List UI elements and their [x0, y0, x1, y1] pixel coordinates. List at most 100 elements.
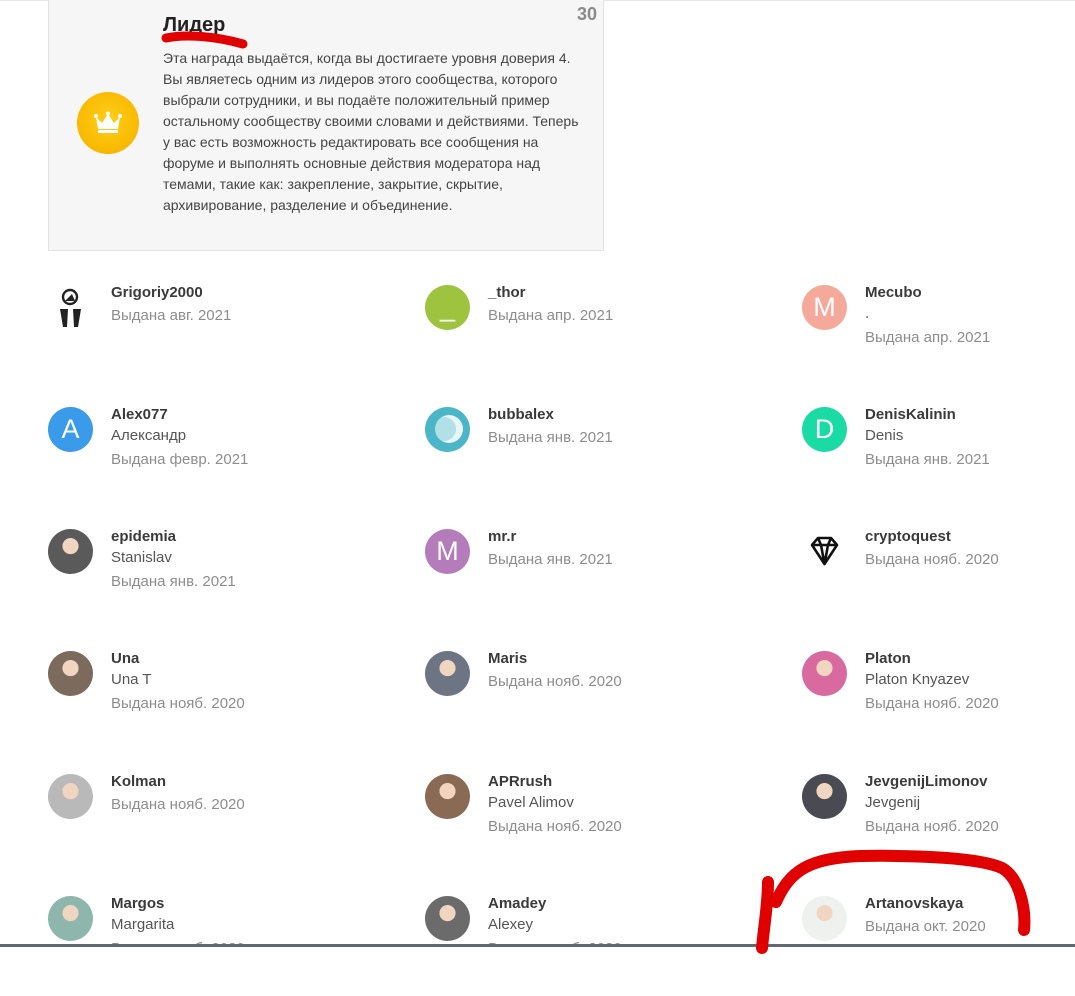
username-link[interactable]: bubbalex — [488, 407, 765, 423]
user-full-name: Alexey — [488, 916, 534, 933]
grantee-info: Maris Выдана нояб. 2020 — [488, 651, 765, 690]
grant-date: Выдана нояб. 2020 — [865, 551, 999, 568]
username-link[interactable]: Grigoriy2000 — [111, 285, 388, 301]
avatar[interactable]: D — [802, 407, 847, 452]
avatar[interactable] — [48, 529, 93, 574]
username-link[interactable]: Platon — [865, 651, 1075, 667]
avatar[interactable] — [802, 651, 847, 696]
grantee-item[interactable]: Mmr.r Выдана янв. 2021 — [425, 529, 765, 629]
username-link[interactable]: Artanovskaya — [865, 896, 1075, 912]
username-link[interactable]: Alex077 — [111, 407, 388, 423]
username-link[interactable]: Una — [111, 651, 388, 667]
username-link[interactable]: _thor — [488, 285, 765, 301]
user-full-name: . — [865, 305, 870, 322]
grant-date: Выдана февр. 2021 — [111, 451, 249, 468]
grantee-info: APRrush Pavel Alimov Выдана нояб. 2020 — [488, 774, 765, 835]
avatar[interactable] — [48, 285, 93, 330]
grantee-item[interactable]: bubbalex Выдана янв. 2021 — [425, 407, 765, 507]
grant-date: Выдана янв. 2021 — [111, 573, 236, 590]
grantee-info: Una Una T Выдана нояб. 2020 — [111, 651, 388, 712]
avatar[interactable] — [802, 896, 847, 941]
avatar[interactable]: M — [425, 529, 470, 574]
grantee-info: Platon Platon Knyazev Выдана нояб. 2020 — [865, 651, 1075, 712]
badge-title: Лидер — [163, 14, 226, 36]
grantee-info: _thor Выдана апр. 2021 — [488, 285, 765, 324]
avatar[interactable]: M — [802, 285, 847, 330]
avatar[interactable]: A — [48, 407, 93, 452]
username-link[interactable]: DenisKalinin — [865, 407, 1075, 423]
grantee-info: Kolman Выдана нояб. 2020 — [111, 774, 388, 813]
avatar[interactable] — [802, 529, 847, 574]
user-full-name: Platon Knyazev — [865, 671, 970, 688]
username-link[interactable]: Amadey — [488, 896, 765, 912]
user-full-name: Una T — [111, 671, 152, 688]
grantee-item[interactable]: Grigoriy2000 Выдана авг. 2021 — [48, 285, 388, 385]
grant-date: Выдана янв. 2021 — [488, 429, 613, 446]
grant-date: Выдана янв. 2021 — [488, 551, 613, 568]
grantee-item[interactable]: M Mecubo. Выдана апр. 2021 — [802, 285, 1075, 385]
grant-date: Выдана нояб. 2020 — [865, 695, 999, 712]
avatar[interactable]: _ — [425, 285, 470, 330]
avatar[interactable] — [802, 774, 847, 819]
grantee-info: Grigoriy2000 Выдана авг. 2021 — [111, 285, 388, 324]
avatar[interactable] — [48, 651, 93, 696]
grantee-item[interactable]: D DenisKalinin Denis Выдана янв. 2021 — [802, 407, 1075, 507]
badge-grant-count: 30 — [576, 4, 597, 24]
avatar[interactable] — [48, 774, 93, 819]
grant-date: Выдана нояб. 2020 — [865, 818, 999, 835]
avatar-letter: _ — [439, 292, 456, 322]
badge-card: Лидер 30 Эта награда выдаётся, когда вы … — [48, 0, 604, 251]
grantee-item[interactable]: epidemia Stanislav Выдана янв. 2021 — [48, 529, 388, 629]
grantee-item[interactable]: Platon Platon Knyazev Выдана нояб. 2020 — [802, 651, 1075, 751]
username-link[interactable]: APRrush — [488, 774, 765, 790]
avatar-letter: M — [813, 292, 836, 322]
grant-date: Выдана окт. 2020 — [865, 918, 986, 935]
grantee-info: epidemia Stanislav Выдана янв. 2021 — [111, 529, 388, 590]
username-link[interactable]: Maris — [488, 651, 765, 667]
username-link[interactable]: Kolman — [111, 774, 388, 790]
avatar[interactable] — [48, 896, 93, 941]
username-link[interactable]: Margos — [111, 896, 388, 912]
user-full-name: Margarita — [111, 916, 175, 933]
diamond-icon — [810, 536, 839, 566]
avatar[interactable] — [425, 774, 470, 819]
bottom-padding — [0, 947, 1075, 959]
grant-date: Выдана авг. 2021 — [111, 307, 232, 324]
grant-date: Выдана янв. 2021 — [865, 451, 990, 468]
grant-date: Выдана нояб. 2020 — [488, 818, 622, 835]
bubble-icon — [432, 415, 463, 443]
avatar[interactable] — [425, 896, 470, 941]
user-full-name: Denis — [865, 427, 904, 444]
grantee-item[interactable]: Maris Выдана нояб. 2020 — [425, 651, 765, 751]
username-link[interactable]: Mecubo — [865, 285, 1075, 301]
grantee-item[interactable]: cryptoquest Выдана нояб. 2020 — [802, 529, 1075, 629]
grantee-list: Grigoriy2000 Выдана авг. 2021 _ _thor Выдана… — [48, 285, 1075, 985]
username-link[interactable]: cryptoquest — [865, 529, 1075, 545]
badge-description: Эта награда выдаётся, когда вы достигает… — [163, 50, 579, 213]
grantee-item[interactable]: A Alex077 Александр Выдана февр. 2021 — [48, 407, 388, 507]
grantee-item[interactable]: APRrush Pavel Alimov Выдана нояб. 2020 — [425, 774, 765, 874]
avatar[interactable] — [425, 407, 470, 452]
crown-icon — [77, 92, 139, 154]
grantee-item[interactable]: _ _thor Выдана апр. 2021 — [425, 285, 765, 385]
username-link[interactable]: mr.r — [488, 529, 765, 545]
grantee-item[interactable]: Una Una T Выдана нояб. 2020 — [48, 651, 388, 751]
username-link[interactable]: epidemia — [111, 529, 388, 545]
avatar[interactable] — [425, 651, 470, 696]
grantee-info: Alex077 Александр Выдана февр. 2021 — [111, 407, 388, 468]
avatar-letter: A — [61, 414, 80, 444]
grantee-info: cryptoquest Выдана нояб. 2020 — [865, 529, 1075, 568]
grant-date: Выдана апр. 2021 — [488, 307, 614, 324]
person-silhouette-icon — [60, 288, 81, 327]
grantee-info: JevgenijLimonov Jevgenij Выдана нояб. 2020 — [865, 774, 1075, 835]
grantee-item[interactable]: Kolman Выдана нояб. 2020 — [48, 774, 388, 874]
grant-date: Выдана нояб. 2020 — [111, 796, 245, 813]
grantee-info: Mecubo. Выдана апр. 2021 — [865, 285, 1075, 346]
user-full-name: Pavel Alimov — [488, 794, 574, 811]
grantee-item[interactable]: JevgenijLimonov Jevgenij Выдана нояб. 2020 — [802, 774, 1075, 874]
username-link[interactable]: JevgenijLimonov — [865, 774, 1075, 790]
user-full-name: Александр — [111, 427, 187, 444]
grant-date: Выдана апр. 2021 — [865, 329, 991, 346]
grantee-info: mr.r Выдана янв. 2021 — [488, 529, 765, 568]
user-full-name: Jevgenij — [865, 794, 921, 811]
